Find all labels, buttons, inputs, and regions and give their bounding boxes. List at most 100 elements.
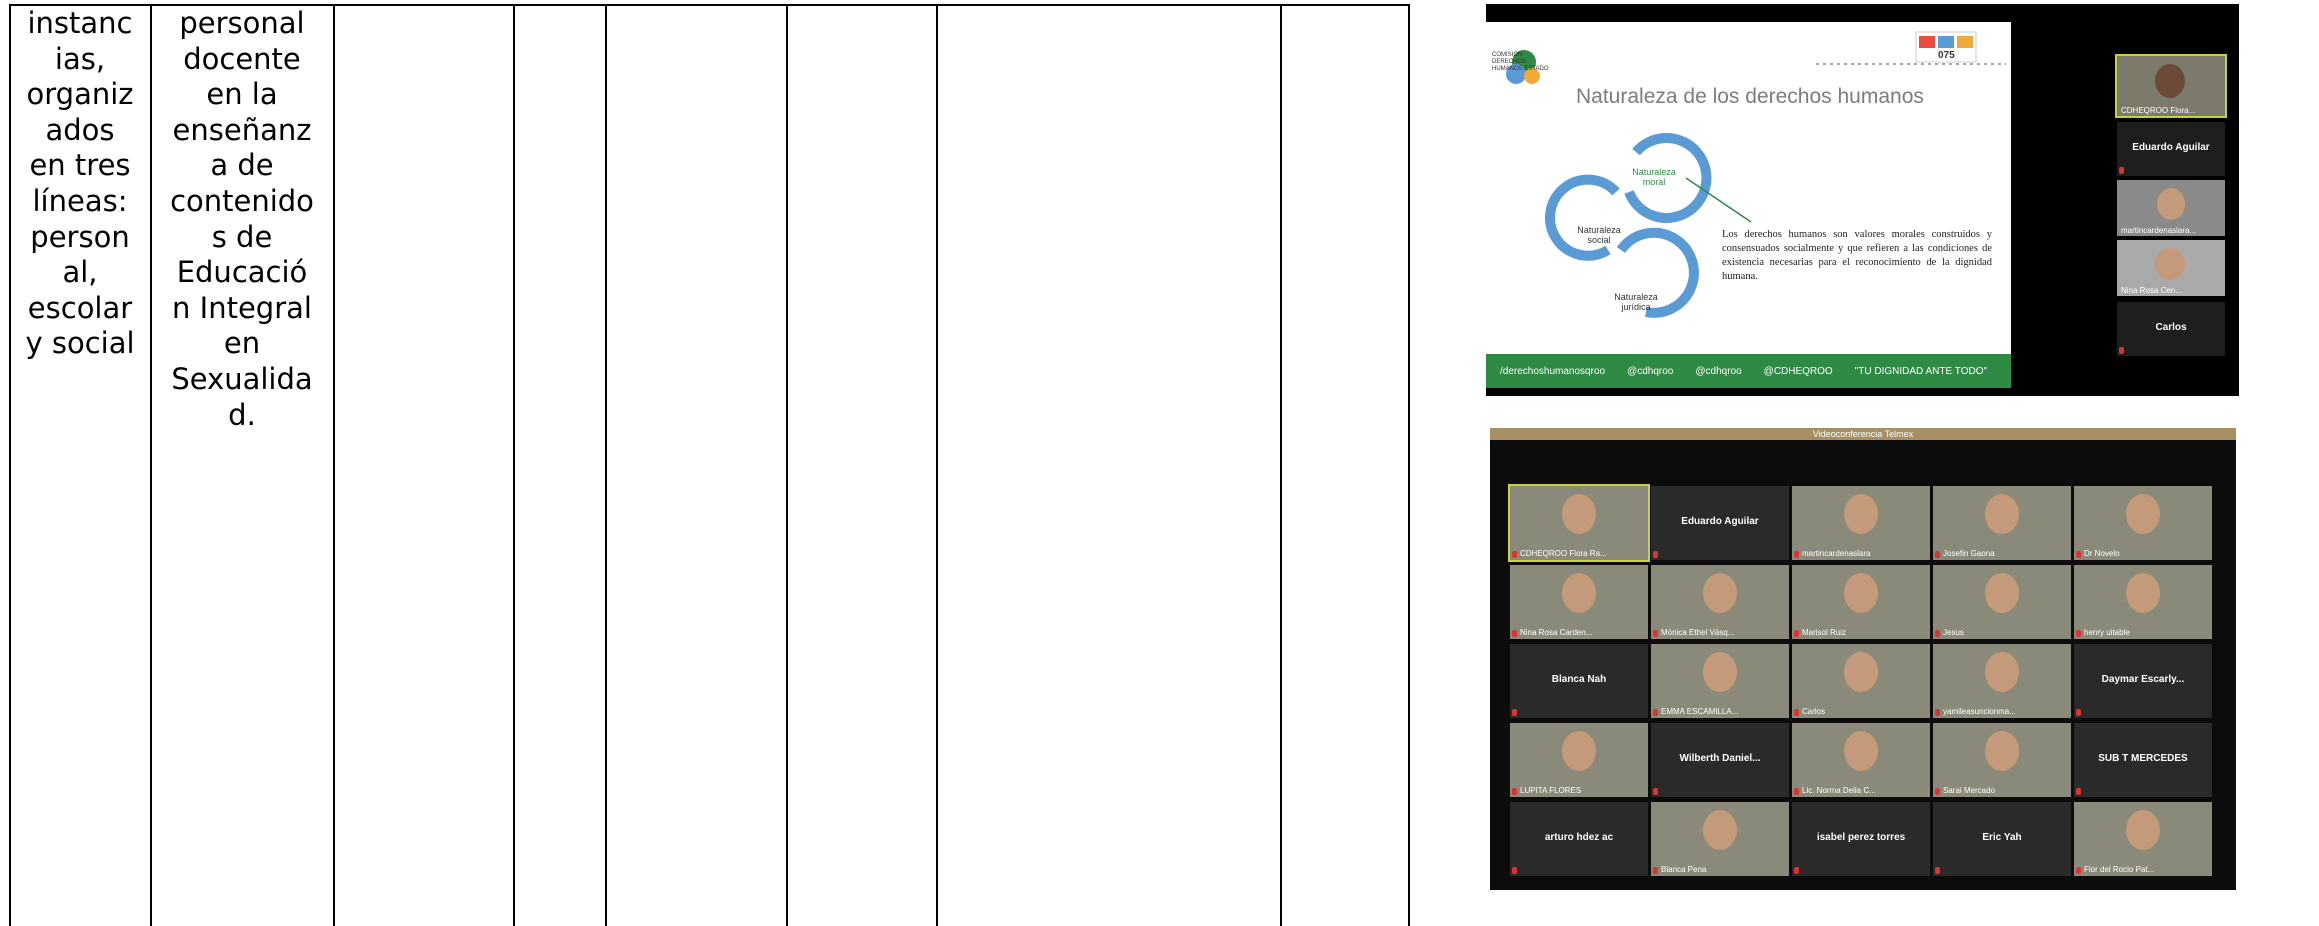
column-divider bbox=[1408, 4, 1410, 926]
participant-video bbox=[1703, 652, 1737, 692]
participant-name: Eduardo Aguilar bbox=[2132, 142, 2210, 153]
mic-muted-icon bbox=[1935, 709, 1940, 716]
participant-name: Daymar Escarly... bbox=[2101, 674, 2185, 685]
participant-tile[interactable]: EMMA ESCAMILLA... bbox=[1651, 644, 1789, 718]
mic-muted-icon bbox=[1794, 867, 1799, 874]
org-name: COMISIÓN DERECHOS HUMANOS ESTADO bbox=[1492, 52, 1549, 72]
participant-name: CDHEQROO Flora... bbox=[2121, 106, 2196, 115]
mic-muted-icon bbox=[1512, 867, 1517, 874]
participant-thumb[interactable]: Carlos bbox=[2117, 302, 2225, 356]
participant-name: LUPITA FLORES bbox=[1520, 786, 1582, 795]
participant-thumb[interactable]: Eduardo Aguilar bbox=[2117, 122, 2225, 176]
participant-video bbox=[1985, 731, 2019, 771]
participant-name: isabel perez torres bbox=[1816, 832, 1906, 843]
mic-muted-icon bbox=[1512, 788, 1517, 795]
participant-tile[interactable]: Flor del Rocio Pat... bbox=[2074, 802, 2212, 876]
mic-muted-icon bbox=[1512, 551, 1517, 558]
cycle-label: Naturaleza jurídica bbox=[1614, 292, 1658, 312]
participant-video bbox=[1562, 494, 1596, 534]
participant-tile[interactable]: Lic. Norma Delia C... bbox=[1792, 723, 1930, 797]
participant-name: Eduardo Aguilar bbox=[1681, 516, 1759, 527]
mic-muted-icon bbox=[1512, 630, 1517, 637]
participant-tile[interactable]: yamileasuncionma... bbox=[1933, 644, 2071, 718]
participant-thumb[interactable]: Nina Rosa Cen... bbox=[2117, 240, 2225, 296]
participant-tile[interactable]: Blanca Nah bbox=[1510, 644, 1648, 718]
slide-footer: /derechoshumanosqroo @cdhqroo @cdhqroo @… bbox=[1486, 354, 2011, 388]
cycle-label: Naturaleza moral bbox=[1632, 167, 1676, 187]
mic-muted-icon bbox=[2076, 709, 2081, 716]
participant-name: Dr Novelo bbox=[2084, 549, 2120, 558]
participant-thumb[interactable]: martincardenaslara... bbox=[2117, 180, 2225, 236]
participant-video bbox=[1985, 573, 2019, 613]
column-divider bbox=[936, 4, 938, 926]
participant-tile[interactable]: SUB T MERCEDES bbox=[2074, 723, 2212, 797]
participant-name: Blanca Nah bbox=[1551, 674, 1607, 685]
participant-name: EMMA ESCAMILLA... bbox=[1661, 707, 1739, 716]
column-divider bbox=[9, 4, 11, 926]
mic-muted-icon bbox=[2119, 347, 2124, 354]
participant-thumb[interactable]: CDHEQROO Flora... bbox=[2115, 54, 2227, 118]
participant-tile[interactable]: CDHEQROO Flora Ra... bbox=[1508, 484, 1650, 562]
participant-name: Wilberth Daniel... bbox=[1679, 753, 1761, 764]
facebook-handle: /derechoshumanosqroo bbox=[1500, 365, 1606, 377]
mic-muted-icon bbox=[1512, 709, 1517, 716]
mic-muted-icon bbox=[1653, 630, 1658, 637]
participant-tile[interactable]: Eduardo Aguilar bbox=[1651, 486, 1789, 560]
cycle-label: Naturaleza social bbox=[1577, 225, 1621, 245]
participant-tile[interactable]: Eric Yah bbox=[1933, 802, 2071, 876]
participant-tile[interactable]: Mónica Ethel Vásq... bbox=[1651, 565, 1789, 639]
participant-tile[interactable]: Blanca Pena bbox=[1651, 802, 1789, 876]
table-cell-text: personal docente en la enseñanz a de con… bbox=[170, 6, 314, 432]
slide-body-text: Los derechos humanos son valores morales… bbox=[1722, 229, 1992, 282]
participant-tile[interactable]: isabel perez torres bbox=[1792, 802, 1930, 876]
youtube-handle: @CDHEQROO bbox=[1763, 365, 1833, 377]
participant-tile[interactable]: Nina Rosa Carden... bbox=[1510, 565, 1648, 639]
participant-tile[interactable]: Jesus bbox=[1933, 565, 2071, 639]
mic-muted-icon bbox=[2076, 788, 2081, 795]
mic-muted-icon bbox=[1935, 630, 1940, 637]
mic-muted-icon bbox=[1653, 551, 1658, 558]
mic-muted-icon bbox=[2119, 167, 2124, 174]
participant-video bbox=[2155, 64, 2185, 98]
participant-tile[interactable]: Dr Novelo bbox=[2074, 486, 2212, 560]
participant-video bbox=[1562, 731, 1596, 771]
participant-name: Marisol Ruiz bbox=[1802, 628, 1847, 637]
slogan: "TU DIGNIDAD ANTE TODO" bbox=[1854, 365, 1988, 377]
participant-name: Carlos bbox=[1802, 707, 1826, 716]
participant-tile[interactable]: Carlos bbox=[1792, 644, 1930, 718]
participant-tile[interactable]: arturo hdez ac bbox=[1510, 802, 1648, 876]
participant-video bbox=[1703, 810, 1737, 850]
mic-muted-icon bbox=[1935, 867, 1940, 874]
participant-tile[interactable]: Wilberth Daniel... bbox=[1651, 723, 1789, 797]
conference-gallery: CDHEQROO Flora Ra... Eduardo Aguilar marti… bbox=[1490, 440, 2236, 890]
mic-muted-icon bbox=[1653, 867, 1658, 874]
mic-muted-icon bbox=[1794, 551, 1799, 558]
participant-name: arturo hdez ac bbox=[1544, 832, 1614, 843]
participant-video bbox=[2155, 248, 2185, 280]
participant-video bbox=[1985, 652, 2019, 692]
participant-tile[interactable]: Daymar Escarly... bbox=[2074, 644, 2212, 718]
participant-name: henry uitable bbox=[2084, 628, 2130, 637]
participant-tile[interactable]: Josefin Gaona bbox=[1933, 486, 2071, 560]
mic-muted-icon bbox=[1653, 788, 1658, 795]
mic-muted-icon bbox=[1935, 551, 1940, 558]
participant-tile[interactable]: LUPITA FLORES bbox=[1510, 723, 1648, 797]
participant-video bbox=[2126, 810, 2160, 850]
column-divider bbox=[605, 4, 607, 926]
participant-video bbox=[2126, 494, 2160, 534]
participant-tile[interactable]: martincardenaslara bbox=[1792, 486, 1930, 560]
instagram-handle: @cdhqroo bbox=[1695, 365, 1742, 377]
participant-tile[interactable]: Marisol Ruiz bbox=[1792, 565, 1930, 639]
participant-tile[interactable]: henry uitable bbox=[2074, 565, 2212, 639]
participant-video bbox=[2126, 573, 2160, 613]
participant-tile[interactable]: Sarai Mercado bbox=[1933, 723, 2071, 797]
mic-muted-icon bbox=[2076, 551, 2081, 558]
participant-name: Eric Yah bbox=[1982, 832, 2022, 843]
conference-title-bar: Videoconferencia Telmex bbox=[1490, 428, 2236, 440]
column-divider bbox=[513, 4, 515, 926]
presentation-slide: COMISIÓN DERECHOS HUMANOS ESTADO 075 Nat… bbox=[1486, 22, 2011, 388]
participant-name: Flor del Rocio Pat... bbox=[2084, 865, 2155, 874]
participant-video bbox=[1703, 573, 1737, 613]
participant-name: Carlos bbox=[2155, 322, 2187, 333]
anniversary-badge: 075 bbox=[1938, 50, 1955, 61]
